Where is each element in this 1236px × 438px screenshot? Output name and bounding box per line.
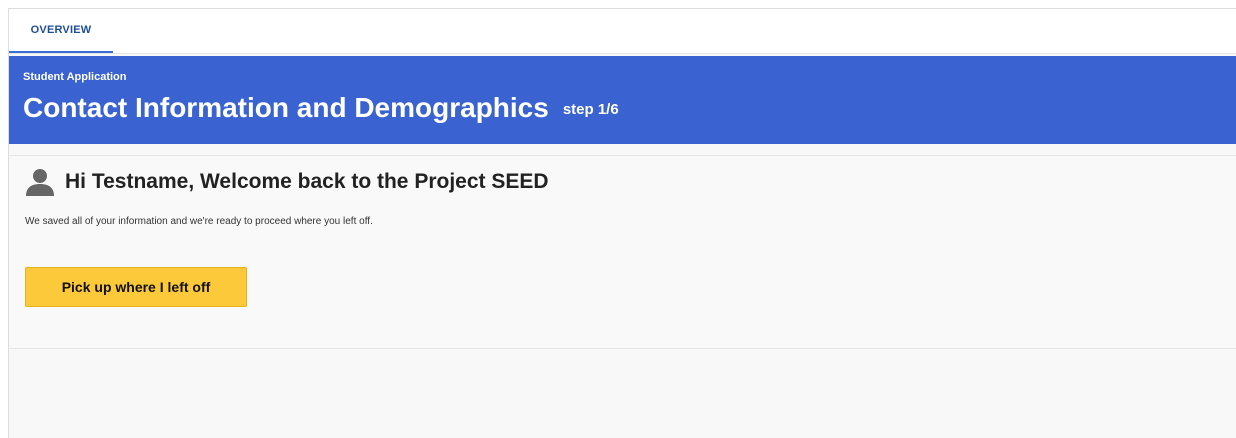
pick-up-button[interactable]: Pick up where I left off [25,267,247,307]
welcome-message: We saved all of your information and we'… [25,216,373,227]
page-title-text: Contact Information and Demographics [23,92,549,123]
welcome-back-card: Hi Testname, Welcome back to the Project… [9,155,1236,349]
welcome-heading: Hi Testname, Welcome back to the Project… [65,170,549,193]
tab-bar: OVERVIEW [9,9,1236,54]
greeting-row: Hi Testname, Welcome back to the Project… [25,168,549,196]
step-indicator: step 1/6 [562,101,619,118]
page-title: Contact Information and Demographics step… [23,92,619,124]
application-frame: OVERVIEW Student Application Contact Inf… [8,8,1236,438]
page-header: Student Application Contact Information … [9,56,1236,144]
tab-overview[interactable]: OVERVIEW [9,9,113,53]
user-icon [26,169,54,196]
header-subtitle: Student Application [23,71,127,83]
